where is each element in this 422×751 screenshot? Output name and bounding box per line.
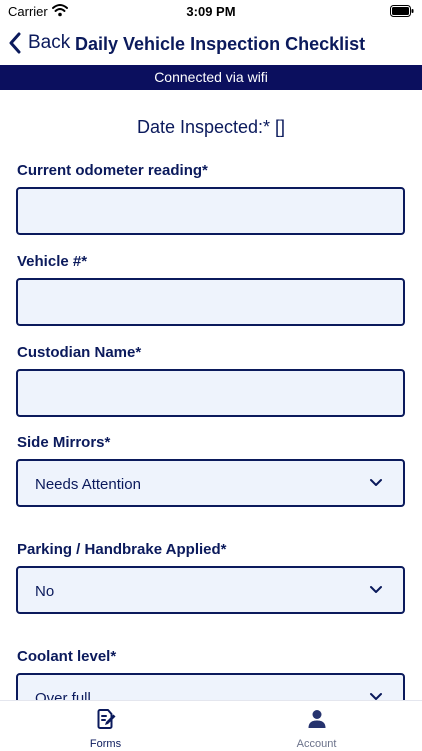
chevron-down-icon	[370, 479, 382, 486]
handbrake-label: Parking / Handbrake Applied*	[17, 541, 227, 558]
tab-forms-label: Forms	[89, 738, 122, 750]
status-time: 3:09 PM	[186, 4, 236, 19]
handbrake-select[interactable]: No	[16, 566, 405, 614]
vehicle-number-input[interactable]	[16, 278, 405, 326]
custodian-name-input[interactable]	[16, 369, 405, 417]
tab-forms[interactable]: Forms	[0, 701, 211, 751]
handbrake-value: No	[35, 583, 55, 600]
back-label: Back	[28, 32, 71, 53]
coolant-level-label: Coolant level*	[17, 648, 117, 665]
custodian-name-label: Custodian Name*	[17, 344, 142, 361]
odometer-label: Current odometer reading*	[17, 162, 208, 179]
chevron-down-icon	[370, 586, 382, 593]
tab-account[interactable]: Account	[211, 701, 422, 751]
account-icon	[308, 710, 325, 728]
odometer-input[interactable]	[16, 187, 405, 235]
tab-bar: Forms Account	[0, 700, 422, 751]
forms-icon	[97, 709, 115, 729]
connection-banner: Connected via wifi	[0, 65, 422, 90]
vehicle-number-label: Vehicle #*	[17, 253, 88, 270]
coolant-level-value: Over full	[35, 690, 91, 700]
tab-account-label: Account	[296, 738, 337, 750]
form-scroll-area[interactable]: Date Inspected:* [] Current odometer rea…	[0, 90, 422, 700]
back-button[interactable]: Back	[8, 32, 70, 54]
status-bar: Carrier 3:09 PM	[0, 0, 422, 24]
coolant-level-select[interactable]: Over full	[16, 673, 405, 700]
battery-icon	[390, 5, 414, 17]
side-mirrors-select[interactable]: Needs Attention	[16, 459, 405, 507]
chevron-left-icon	[9, 32, 21, 54]
side-mirrors-label: Side Mirrors*	[17, 434, 111, 451]
navigation-bar: Back Daily Vehicle Inspection Checklist	[0, 24, 422, 64]
date-inspected-field[interactable]: Date Inspected:* []	[0, 117, 422, 138]
chevron-down-icon	[370, 693, 382, 700]
side-mirrors-value: Needs Attention	[35, 476, 141, 493]
page-title: Daily Vehicle Inspection Checklist	[75, 34, 366, 54]
